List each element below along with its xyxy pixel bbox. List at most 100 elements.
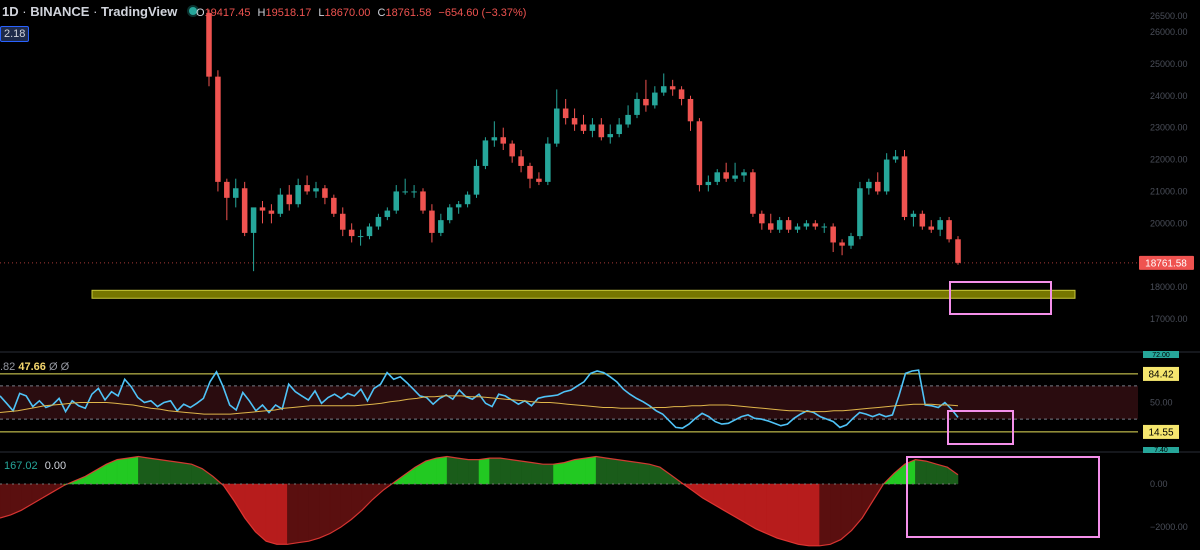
candle-body <box>375 216 382 227</box>
wave-area-segment <box>436 456 448 485</box>
candle-body <box>366 226 373 237</box>
wave-area-segment <box>542 463 554 485</box>
wave-area-segment <box>915 459 927 485</box>
rsi-legend[interactable]: .82 47.66 Ø Ø <box>0 361 69 373</box>
candle-body <box>607 134 614 138</box>
wave-area-segment <box>308 483 320 542</box>
wave-area-segment <box>893 463 906 485</box>
candle-body <box>429 210 435 233</box>
wave-area-segment <box>0 483 11 519</box>
candle-body <box>803 223 810 227</box>
candle-body <box>883 159 890 192</box>
candle-body <box>874 181 881 192</box>
candle-body <box>589 124 596 131</box>
candle-body <box>545 143 551 182</box>
source-label: TradingView <box>101 4 178 19</box>
wave-area-segment <box>861 483 874 519</box>
high-value: 19518.17 <box>265 7 312 19</box>
wave-area-segment <box>808 483 820 547</box>
candle-body <box>625 114 631 125</box>
candle-body <box>482 140 489 166</box>
wave-area-segment <box>500 457 512 485</box>
candle-body <box>750 172 756 214</box>
wave-area-segment <box>585 456 597 485</box>
candle-body <box>652 92 658 106</box>
candle-body <box>785 220 792 230</box>
wave-min-label: −2000.00 <box>1150 522 1188 532</box>
candle-body <box>277 194 284 214</box>
wave-area-segment <box>574 457 586 485</box>
candle-body <box>420 191 426 211</box>
candle-body <box>857 188 863 237</box>
price-axis-label: 24000.00 <box>1150 91 1188 101</box>
wave-area-segment <box>180 462 192 485</box>
wave-area-segment <box>276 483 288 545</box>
wave-area-segment <box>159 459 171 485</box>
candle-body <box>955 239 961 263</box>
wave-area-segment <box>457 457 469 485</box>
candle-body <box>348 229 355 237</box>
indicator-value-tag[interactable]: 2.18 <box>0 26 30 42</box>
candle-body <box>322 188 328 198</box>
wave-area-segment <box>595 456 607 485</box>
interval-label[interactable]: 1D <box>2 4 19 19</box>
price-axis-label: 26000.00 <box>1150 27 1188 37</box>
candle-body <box>919 213 926 227</box>
wave-legend[interactable]: 167.02 0.00 <box>4 460 66 472</box>
wave-area-segment <box>478 457 490 485</box>
candle-body <box>357 236 364 238</box>
wave-area-segment <box>766 483 778 539</box>
last-price-label: 18761.58 <box>1145 258 1187 269</box>
candle-body <box>580 124 587 131</box>
candle-body <box>509 143 515 157</box>
wave-area-segment <box>127 456 139 485</box>
candle-body <box>384 210 391 217</box>
wave-area-segment <box>84 469 97 485</box>
wave-area-segment <box>830 483 842 545</box>
candle-body <box>741 172 747 176</box>
candle-body <box>901 156 908 217</box>
price-axis-label: 22000.00 <box>1150 155 1188 165</box>
candle-body <box>732 175 738 179</box>
candle-body <box>259 207 266 211</box>
price-axis-label: 21000.00 <box>1150 186 1188 196</box>
wave-area-segment <box>21 483 33 511</box>
separator-dot: · <box>22 4 31 19</box>
wave-legend-value-2: 0.00 <box>44 460 67 472</box>
candle-body <box>571 118 578 125</box>
wave-area-segment <box>521 460 533 485</box>
wave-area-segment <box>116 457 128 485</box>
price-axis-label: 17000.00 <box>1150 314 1188 324</box>
rsi-upper-label: 84.42 <box>1148 369 1173 380</box>
candle-body <box>215 76 221 182</box>
candle-body <box>678 89 685 99</box>
wave-area-segment <box>191 463 203 485</box>
candle-body <box>848 236 854 246</box>
candle-body <box>224 181 230 198</box>
candle-body <box>946 220 952 240</box>
candle-body <box>892 156 899 160</box>
wave-area-segment <box>659 466 671 485</box>
rsi-top-cut-label: 72.00 <box>1152 352 1170 359</box>
wave-area-segment <box>329 483 341 534</box>
wave-area-segment <box>638 462 650 485</box>
wave-area-segment <box>10 483 22 516</box>
candle-body <box>830 226 836 243</box>
symbol-header[interactable]: 1D · BINANCE · TradingView <box>2 4 207 19</box>
candle-body <box>794 226 801 230</box>
wave-area-segment <box>755 483 767 534</box>
candle-body <box>393 191 400 211</box>
candle-body <box>714 172 721 182</box>
candle-body <box>455 204 462 208</box>
wave-area-segment <box>627 460 639 485</box>
rsi-legend-suffix: Ø Ø <box>48 361 70 373</box>
wave-area-segment <box>617 459 629 485</box>
wave-area-segment <box>425 457 437 485</box>
candle-body <box>518 156 524 166</box>
wave-area-segment <box>319 483 331 539</box>
candle-body <box>411 191 417 193</box>
rsi-legend-value: 47.66 <box>18 361 46 373</box>
candle-body <box>402 191 408 193</box>
candle-body <box>313 188 319 192</box>
wave-area-segment <box>446 456 458 485</box>
